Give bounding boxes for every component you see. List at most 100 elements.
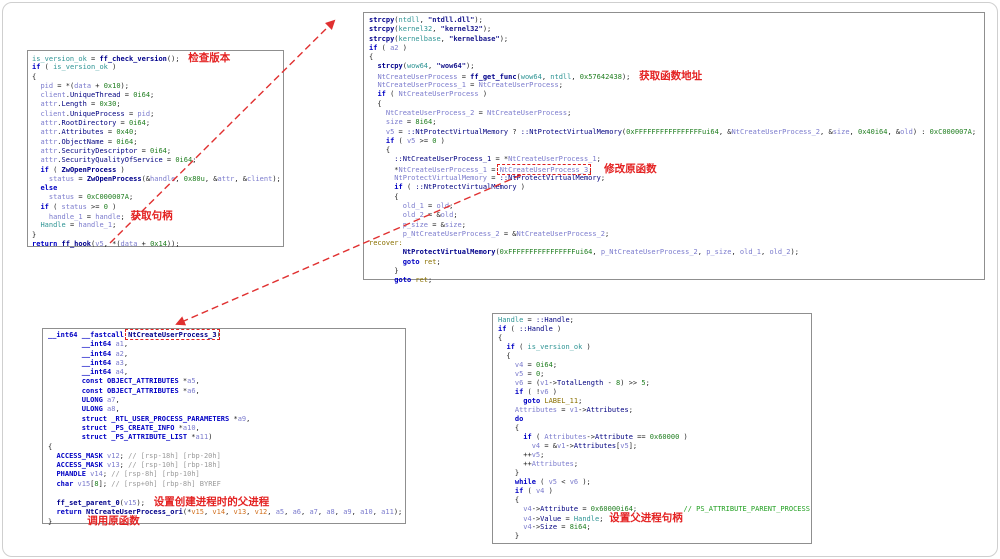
- code-token: Attributes: [587, 406, 629, 414]
- code-token: ::NtProtectVirtualMemory: [500, 174, 601, 182]
- code-token: ,: [246, 508, 254, 516]
- code-token: ): [517, 183, 525, 191]
- code-line: size = 8i64;: [369, 118, 979, 127]
- code-line: {: [369, 146, 979, 155]
- code-line: goto ret;: [369, 258, 979, 267]
- code-token: *: [369, 166, 399, 174]
- code-line: ULONG a7,: [48, 396, 400, 405]
- code-token: LABEL_11: [544, 397, 578, 405]
- code-token: }: [369, 267, 399, 275]
- code-token: ;: [540, 451, 544, 459]
- code-token: ;: [432, 118, 436, 126]
- code-token: [48, 350, 82, 358]
- code-token: =: [87, 55, 100, 63]
- code-line: __int64 a1,: [48, 340, 400, 349]
- code-line: v4 = &v1->Attributes[v5];: [498, 442, 806, 451]
- code-token: [369, 128, 386, 136]
- code-token: 0x40i64: [858, 128, 888, 136]
- code-token: );: [578, 478, 591, 486]
- code-token: ,: [592, 248, 600, 256]
- code-token: a7: [309, 508, 317, 516]
- code-line: } 调用原函数: [48, 517, 400, 526]
- code-token: ,: [352, 508, 360, 516]
- code-line: client.UniqueThread = 0i64;: [32, 91, 279, 100]
- code-token: ->: [587, 433, 595, 441]
- code-token: }: [498, 532, 519, 540]
- code-token: status: [62, 203, 87, 211]
- highlighted-function-name: NtCreateUserProcess_3: [128, 331, 217, 339]
- code-token: ,: [731, 248, 739, 256]
- code-line: status = 0xC000007A;: [32, 193, 279, 202]
- code-token: client: [40, 91, 65, 99]
- code-token: ==: [633, 433, 650, 441]
- code-line: v5 = 0;: [498, 370, 806, 379]
- code-token: ;: [428, 276, 432, 284]
- code-line: return ff_hook(v5, *(data + 0x14));: [32, 240, 279, 249]
- code-line: ULONG a8,: [48, 405, 400, 414]
- code-token: 0x30: [99, 100, 116, 108]
- code-token: {: [498, 352, 511, 360]
- code-token: NtProtectVirtualMemory: [403, 248, 496, 256]
- code-token: a10: [360, 508, 373, 516]
- code-token: if: [394, 183, 402, 191]
- code-line: if ( a2 ): [369, 44, 979, 53]
- code-token: ULONG: [82, 396, 103, 404]
- code-token: ULONG: [82, 405, 103, 413]
- code-token: *: [229, 415, 237, 423]
- code-token: (: [536, 478, 549, 486]
- code-token: v15: [124, 499, 137, 507]
- code-line: while ( v5 < v6 );: [498, 478, 806, 487]
- code-token: ntdll: [399, 16, 420, 24]
- code-token: RootDirectory: [62, 119, 117, 127]
- code-token: *: [187, 433, 195, 441]
- code-token: ;: [436, 258, 440, 266]
- code-token: attr: [40, 147, 57, 155]
- code-token: ;: [462, 221, 466, 229]
- code-token: ;: [453, 211, 457, 219]
- code-token: ): [549, 388, 557, 396]
- code-token: attr: [40, 100, 57, 108]
- code-token: wow64: [407, 62, 428, 70]
- code-token: [498, 370, 515, 378]
- code-token: _PS_CREATE_INFO: [111, 424, 174, 432]
- code-line: client.UniqueProcess = pid;: [32, 110, 279, 119]
- code-line: ACCESS_MASK v12; // [rsp-18h] [rbp-20h]: [48, 452, 400, 461]
- code-token: ::NtProtectVirtualMemory: [415, 183, 516, 191]
- code-token: ;: [133, 128, 137, 136]
- code-line: ff_set_parent_0(v15); 设置创建进程时的父进程: [48, 498, 400, 507]
- code-token: {: [498, 424, 519, 432]
- code-token: ;: [646, 379, 650, 387]
- code-token: ;: [570, 316, 574, 324]
- code-line: ++v5;: [498, 451, 806, 460]
- annotation-label: 调用原函数: [52, 515, 140, 527]
- code-token: 0x14: [150, 240, 167, 248]
- code-token: (: [377, 44, 390, 52]
- code-line: {: [369, 53, 979, 62]
- code-token: const: [82, 377, 103, 385]
- code-token: NtCreateUserProcess: [487, 109, 567, 117]
- code-token: ,: [196, 424, 200, 432]
- code-token: while: [515, 478, 536, 486]
- code-token: [48, 387, 82, 395]
- code-token: [32, 213, 49, 221]
- code-token: 0x60000: [650, 433, 680, 441]
- code-token: -: [603, 379, 616, 387]
- code-token: ++: [498, 451, 532, 459]
- code-line: {: [48, 443, 400, 452]
- code-token: 0i64: [175, 156, 192, 164]
- code-token: NtCreateUserProcess: [377, 73, 457, 81]
- code-token: [369, 137, 386, 145]
- code-box-set-parent-attribute: Handle = ::Handle;if ( ::Handle ){ if ( …: [492, 313, 812, 544]
- code-token: [48, 377, 82, 385]
- code-box-version-check: is_version_ok = ff_check_version(); 检查版本…: [27, 50, 284, 247]
- code-token: [369, 183, 394, 191]
- code-token: 0x80u: [184, 175, 205, 183]
- code-token: Attributes: [532, 460, 574, 468]
- code-line: attr.RootDirectory = 0i64;: [32, 119, 279, 128]
- code-token: "kernelbase": [449, 35, 500, 43]
- code-token: [48, 405, 82, 413]
- code-token: , &: [719, 128, 732, 136]
- code-token: if: [523, 433, 531, 441]
- code-token: [498, 478, 515, 486]
- code-token: _PS_ATTRIBUTE_LIST: [111, 433, 187, 441]
